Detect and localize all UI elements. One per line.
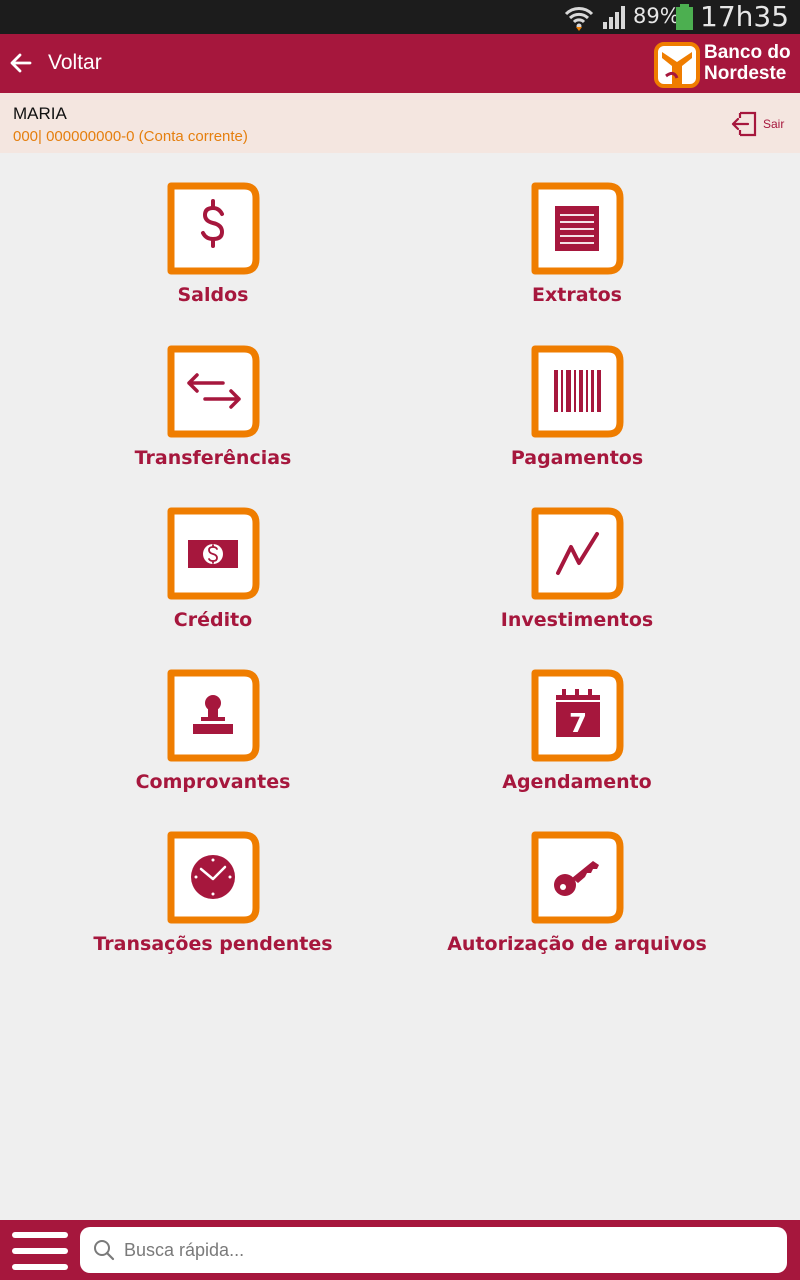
menu-tile	[531, 182, 624, 275]
brand-line-1: Banco do	[704, 42, 791, 63]
battery-icon	[676, 4, 693, 30]
arrow-left-icon	[10, 53, 32, 73]
menu-item-transferencias[interactable]: Transferências	[53, 345, 373, 485]
app-bar: Voltar Banco do Nordeste	[0, 34, 800, 93]
brand-name: Banco do Nordeste	[704, 42, 791, 84]
menu-item-label: Investimentos	[500, 609, 654, 631]
menu-item-comprovantes[interactable]: Comprovantes	[53, 669, 373, 809]
banco-nordeste-logo-icon	[654, 42, 700, 88]
stamp-icon	[167, 669, 260, 762]
search-input[interactable]	[124, 1232, 774, 1268]
brand-logo: Banco do Nordeste	[654, 40, 794, 90]
battery-percent: 89%	[633, 4, 680, 28]
logout-button[interactable]: Sair	[730, 109, 784, 139]
statement-icon	[531, 182, 624, 275]
menu-item-label: Saldos	[177, 284, 249, 306]
menu-tile	[531, 345, 624, 438]
account-bar: MARIA 000| 000000000-0 (Conta corrente) …	[0, 93, 800, 153]
transfer-arrows-icon	[167, 345, 260, 438]
trend-line-icon	[531, 507, 624, 600]
status-clock: 17h35	[700, 0, 790, 33]
menu-tile	[167, 182, 260, 275]
barcode-icon	[531, 345, 624, 438]
menu-item-credito[interactable]: Crédito	[53, 507, 373, 647]
menu-item-saldos[interactable]: Saldos	[53, 182, 373, 322]
dollar-icon	[167, 182, 260, 275]
banknote-icon	[167, 507, 260, 600]
menu-item-investimentos[interactable]: Investimentos	[417, 507, 737, 647]
menu-tile	[167, 831, 260, 924]
hamburger-menu-icon[interactable]	[12, 1230, 68, 1272]
brand-line-2: Nordeste	[704, 63, 787, 84]
menu-item-agendamento[interactable]: 7 Agendamento	[417, 669, 737, 809]
logout-icon	[731, 111, 757, 137]
calendar-day-number: 7	[569, 709, 587, 739]
menu-item-label: Crédito	[173, 609, 253, 631]
quick-search	[80, 1227, 787, 1273]
logout-label: Sair	[763, 117, 785, 131]
menu-item-label: Transferências	[134, 447, 292, 469]
menu-tile: 7	[531, 669, 624, 762]
bottom-bar	[0, 1220, 800, 1280]
key-icon	[531, 831, 624, 924]
clock-icon	[167, 831, 260, 924]
signal-icon	[603, 6, 625, 29]
back-label: Voltar	[48, 51, 102, 74]
search-icon	[94, 1240, 115, 1261]
menu-tile	[531, 831, 624, 924]
menu-tile	[167, 669, 260, 762]
wifi-icon	[564, 7, 594, 31]
menu-item-label: Comprovantes	[135, 771, 291, 793]
menu-tile	[167, 345, 260, 438]
menu-tile	[531, 507, 624, 600]
calendar-icon: 7	[531, 669, 624, 762]
account-number: 000| 000000000-0 (Conta corrente)	[13, 128, 248, 145]
menu-item-label: Autorização de arquivos	[447, 933, 707, 955]
menu-item-transacoes-pendentes[interactable]: Transações pendentes	[53, 831, 373, 971]
menu-item-label: Extratos	[532, 284, 622, 306]
menu-item-label: Agendamento	[502, 771, 652, 793]
status-bar: 89% 17h35	[0, 0, 800, 34]
account-holder-name: MARIA	[13, 104, 67, 123]
menu-item-autorizacao-arquivos[interactable]: Autorização de arquivos	[417, 831, 737, 971]
menu-tile	[167, 507, 260, 600]
back-button[interactable]: Voltar	[8, 43, 102, 83]
menu-item-label: Transações pendentes	[93, 933, 333, 955]
menu-item-label: Pagamentos	[510, 447, 644, 469]
menu-item-pagamentos[interactable]: Pagamentos	[417, 345, 737, 485]
menu-item-extratos[interactable]: Extratos	[417, 182, 737, 322]
